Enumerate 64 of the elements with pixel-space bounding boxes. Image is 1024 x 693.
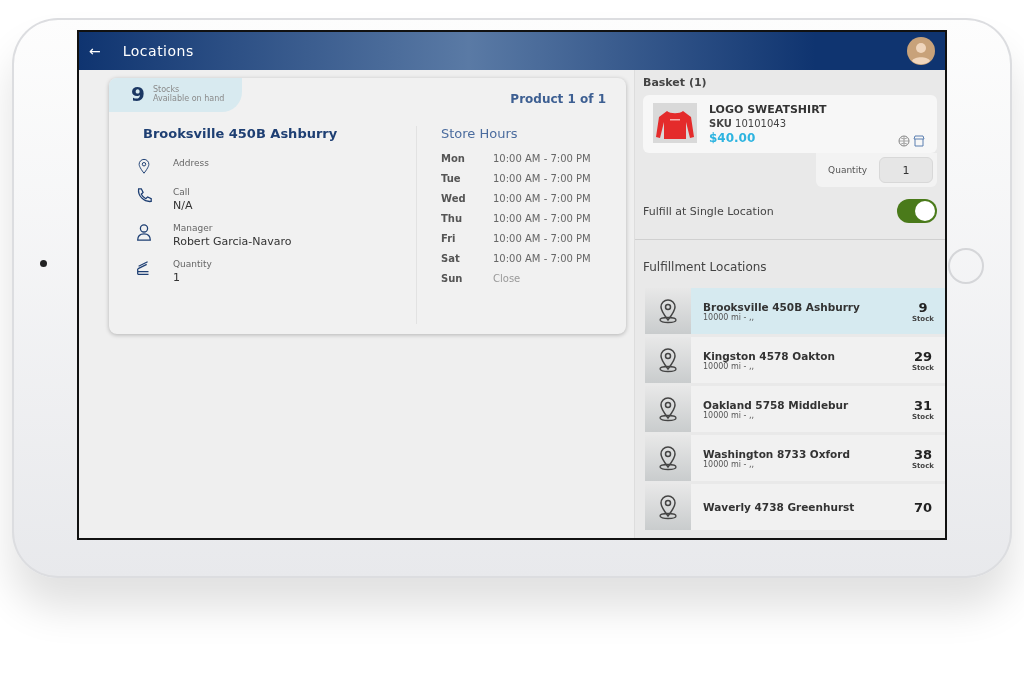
back-button[interactable]: ← <box>89 43 101 59</box>
stock-count: 38 <box>913 446 933 462</box>
stock-count: 9 <box>131 82 145 106</box>
stock-count: 9 <box>918 299 928 315</box>
person-icon <box>135 223 153 241</box>
detail-label: Address <box>173 158 209 168</box>
single-location-toggle[interactable] <box>897 199 937 223</box>
hours-text: 10:00 AM - 7:00 PM <box>493 253 591 264</box>
day-label: Sat <box>441 253 461 264</box>
phone-icon <box>135 187 153 205</box>
product-counter: Product 1 of 1 <box>510 92 606 106</box>
detail-value: N/A <box>173 199 193 212</box>
hours-text: Close <box>493 273 521 284</box>
location-pin-icon <box>657 298 679 324</box>
globe-icon[interactable] <box>898 135 910 147</box>
location-item[interactable]: Waverly 4738 Greenhurst 70 <box>645 484 945 530</box>
hours-text: 10:00 AM - 7:00 PM <box>493 173 591 184</box>
stock-sublabel: Available on hand <box>152 94 225 103</box>
hours-text: 10:00 AM - 7:00 PM <box>493 213 591 224</box>
quantity-field[interactable]: 1 <box>879 157 933 183</box>
location-name: Waverly 4738 Greenhurst <box>703 501 856 513</box>
product-price: $40.00 <box>709 131 757 145</box>
page-title: Locations <box>122 43 195 59</box>
location-pin-icon <box>657 396 679 422</box>
location-distance: 10000 mi - ,, <box>703 410 756 420</box>
stock-label: Stocks <box>152 85 181 94</box>
location-name: Washington 8733 Oxford <box>703 447 852 460</box>
hours-title: Store Hours <box>441 126 519 141</box>
detail-value: 1 <box>173 271 181 284</box>
basket-title: Basket (1) <box>642 75 708 91</box>
hours-text: 10:00 AM - 7:00 PM <box>493 193 591 204</box>
day-label: Mon <box>441 153 466 164</box>
day-label: Wed <box>441 193 467 204</box>
day-label: Thu <box>441 213 464 224</box>
avatar-icon[interactable] <box>907 37 935 65</box>
location-name: Oakland 5758 Middlebur <box>703 398 850 411</box>
location-name: Kingston 4578 Oakton <box>703 349 836 362</box>
location-pin-icon <box>657 347 679 373</box>
camera-icon <box>40 260 47 267</box>
location-pin-icon <box>657 494 679 520</box>
hours-text: 10:00 AM - 7:00 PM <box>493 233 591 244</box>
day-label: Fri <box>441 233 457 244</box>
location-distance: 10000 mi - ,, <box>703 312 756 322</box>
stock-count: 31 <box>913 397 933 413</box>
quantity-label: Quantity <box>828 165 867 175</box>
store-icon[interactable] <box>913 135 925 147</box>
stock-count: 70 <box>913 499 933 515</box>
detail-label: Call <box>173 187 191 197</box>
section-title: Fulfillment Locations <box>642 259 768 276</box>
location-name: Brooksville 450B Ashburry <box>703 300 861 313</box>
stock-count: 29 <box>913 348 933 364</box>
location-distance: 10000 mi - ,, <box>703 361 756 371</box>
day-label: Sun <box>441 273 464 284</box>
detail-label: Manager <box>173 223 214 233</box>
detail-value: Robert Garcia-Navaro <box>173 235 292 248</box>
location-pin-icon <box>657 445 679 471</box>
location-distance: 10000 mi - ,, <box>703 459 755 469</box>
toggle-label: Fulfill at Single Location <box>643 204 774 218</box>
store-name: Brooksville 450B Ashburry <box>143 126 339 141</box>
product-sku: SKU 10101043 <box>709 118 787 129</box>
hours-text: 10:00 AM - 7:00 PM <box>493 153 591 164</box>
detail-label: Quantity <box>173 259 212 269</box>
product-name: LOGO SWEATSHIRT <box>709 103 827 116</box>
day-label: Tue <box>441 173 462 184</box>
